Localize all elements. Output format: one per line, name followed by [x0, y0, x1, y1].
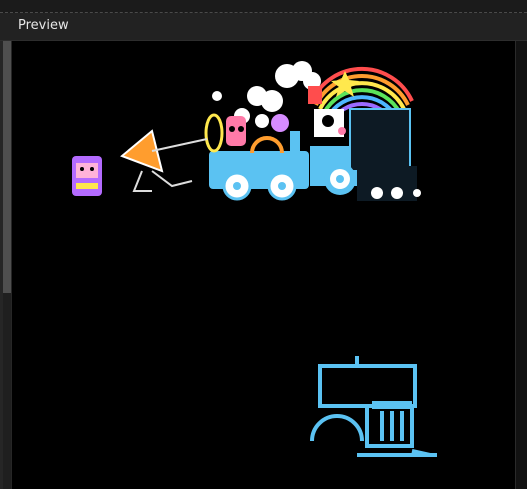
preview-canvas[interactable] — [12, 41, 515, 489]
top-toolbar-strip — [0, 0, 527, 13]
panel-title: Preview — [18, 18, 69, 33]
preview-panel-header: Preview — [0, 13, 527, 41]
train-outline-sprite — [310, 356, 437, 457]
right-edge-panel — [515, 41, 527, 489]
vertical-scrollbar-thumb[interactable] — [3, 41, 11, 293]
